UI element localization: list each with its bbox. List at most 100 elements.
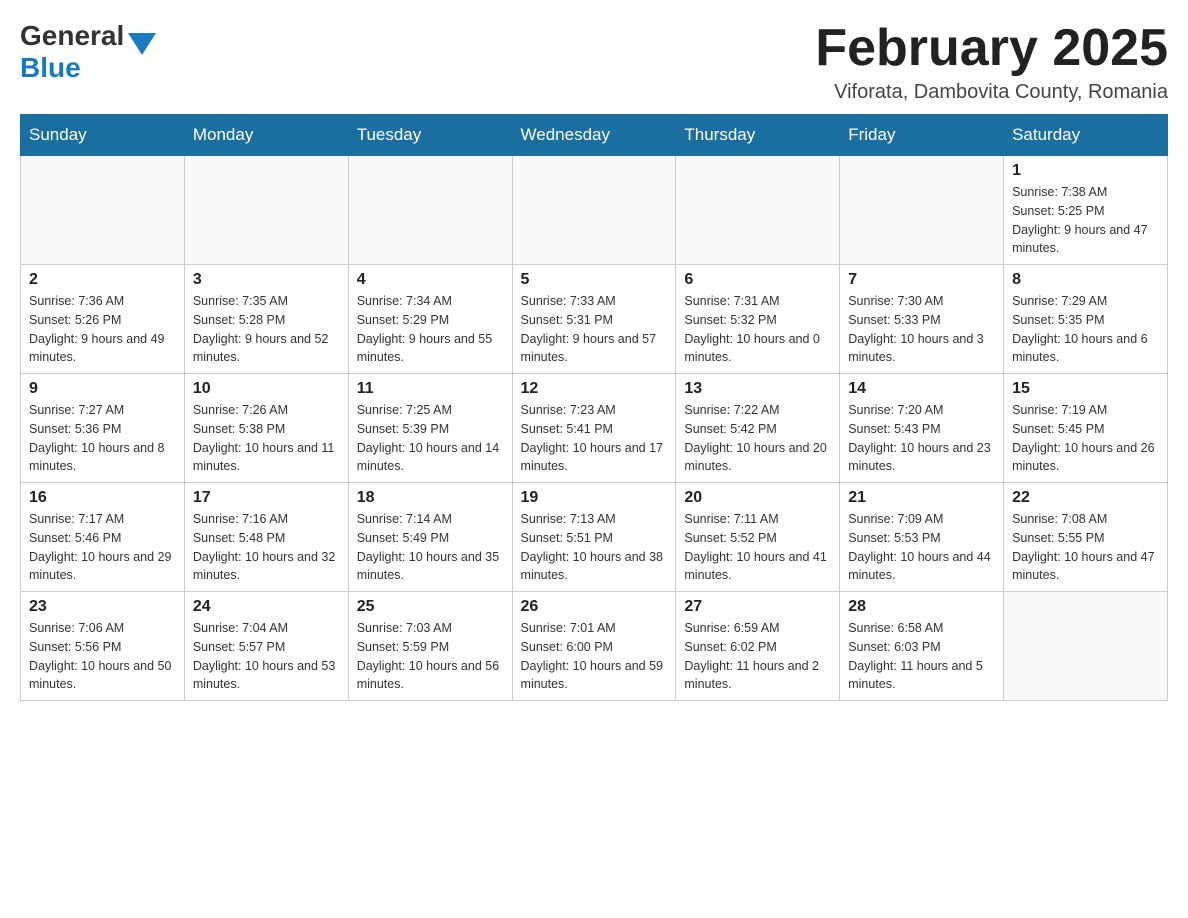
logo-blue: Blue (20, 52, 81, 83)
day-number: 5 (521, 271, 668, 289)
weekday-header-monday: Monday (184, 115, 348, 156)
calendar-cell (1004, 592, 1168, 701)
calendar-week-row: 16 Sunrise: 7:17 AMSunset: 5:46 PMDayligh… (21, 483, 1168, 592)
day-number: 3 (193, 271, 340, 289)
day-number: 4 (357, 271, 504, 289)
calendar-cell: 28 Sunrise: 6:58 AMSunset: 6:03 PMDayligh… (840, 592, 1004, 701)
day-number: 13 (684, 380, 831, 398)
day-info: Sunrise: 7:19 AMSunset: 5:45 PMDaylight:… (1012, 401, 1159, 476)
day-info: Sunrise: 7:22 AMSunset: 5:42 PMDaylight:… (684, 401, 831, 476)
day-info: Sunrise: 7:29 AMSunset: 5:35 PMDaylight:… (1012, 292, 1159, 367)
day-number: 15 (1012, 380, 1159, 398)
day-info: Sunrise: 7:09 AMSunset: 5:53 PMDaylight:… (848, 510, 995, 585)
logo-arrow-icon (128, 33, 156, 55)
day-number: 22 (1012, 489, 1159, 507)
day-number: 20 (684, 489, 831, 507)
calendar-cell (512, 156, 676, 265)
calendar-cell (184, 156, 348, 265)
day-info: Sunrise: 7:06 AMSunset: 5:56 PMDaylight:… (29, 619, 176, 694)
calendar-cell: 19Sunrise: 7:13 AMSunset: 5:51 PMDayligh… (512, 483, 676, 592)
day-number: 10 (193, 380, 340, 398)
day-info: Sunrise: 7:27 AMSunset: 5:36 PMDaylight:… (29, 401, 176, 476)
location: Viforata, Dambovita County, Romania (815, 81, 1168, 104)
weekday-header-wednesday: Wednesday (512, 115, 676, 156)
calendar-cell: 16 Sunrise: 7:17 AMSunset: 5:46 PMDayligh… (21, 483, 185, 592)
day-info: Sunrise: 7:23 AMSunset: 5:41 PMDaylight:… (521, 401, 668, 476)
page-header: GeneralBlue February 2025 Viforata, Damb… (20, 20, 1168, 104)
day-number: 27 (684, 598, 831, 616)
logo: GeneralBlue (20, 20, 156, 84)
calendar-week-row: 1 Sunrise: 7:38 AMSunset: 5:25 PMDaylight… (21, 156, 1168, 265)
day-info: Sunrise: 7:04 AMSunset: 5:57 PMDaylight:… (193, 619, 340, 694)
day-info: Sunrise: 7:01 AMSunset: 6:00 PMDaylight:… (521, 619, 668, 694)
day-number: 2 (29, 271, 176, 289)
day-number: 9 (29, 380, 176, 398)
calendar-cell: 20 Sunrise: 7:11 AMSunset: 5:52 PMDayligh… (676, 483, 840, 592)
day-number: 8 (1012, 271, 1159, 289)
weekday-header-tuesday: Tuesday (348, 115, 512, 156)
day-number: 6 (684, 271, 831, 289)
calendar-cell: 23Sunrise: 7:06 AMSunset: 5:56 PMDayligh… (21, 592, 185, 701)
calendar-cell: 2 Sunrise: 7:36 AMSunset: 5:26 PMDaylight… (21, 265, 185, 374)
day-info: Sunrise: 7:26 AMSunset: 5:38 PMDaylight:… (193, 401, 340, 476)
day-info: Sunrise: 7:13 AMSunset: 5:51 PMDaylight:… (521, 510, 668, 585)
day-info: Sunrise: 7:38 AMSunset: 5:25 PMDaylight:… (1012, 183, 1159, 258)
day-info: Sunrise: 7:30 AMSunset: 5:33 PMDaylight:… (848, 292, 995, 367)
day-info: Sunrise: 6:59 AMSunset: 6:02 PMDaylight:… (684, 619, 831, 694)
weekday-header-saturday: Saturday (1004, 115, 1168, 156)
day-number: 18 (357, 489, 504, 507)
day-number: 16 (29, 489, 176, 507)
calendar-cell: 22 Sunrise: 7:08 AMSunset: 5:55 PMDayligh… (1004, 483, 1168, 592)
calendar-cell: 3 Sunrise: 7:35 AMSunset: 5:28 PMDaylight… (184, 265, 348, 374)
calendar-week-row: 23Sunrise: 7:06 AMSunset: 5:56 PMDayligh… (21, 592, 1168, 701)
day-number: 24 (193, 598, 340, 616)
calendar-cell: 9 Sunrise: 7:27 AMSunset: 5:36 PMDaylight… (21, 374, 185, 483)
weekday-header-sunday: Sunday (21, 115, 185, 156)
day-number: 28 (848, 598, 995, 616)
calendar-cell (348, 156, 512, 265)
day-number: 26 (521, 598, 668, 616)
calendar-cell: 4Sunrise: 7:34 AMSunset: 5:29 PMDaylight… (348, 265, 512, 374)
calendar-cell: 14 Sunrise: 7:20 AMSunset: 5:43 PMDayligh… (840, 374, 1004, 483)
day-info: Sunrise: 7:25 AMSunset: 5:39 PMDaylight:… (357, 401, 504, 476)
calendar-cell: 25Sunrise: 7:03 AMSunset: 5:59 PMDayligh… (348, 592, 512, 701)
calendar-cell: 1 Sunrise: 7:38 AMSunset: 5:25 PMDaylight… (1004, 156, 1168, 265)
day-number: 7 (848, 271, 995, 289)
calendar-cell: 15 Sunrise: 7:19 AMSunset: 5:45 PMDayligh… (1004, 374, 1168, 483)
day-info: Sunrise: 7:08 AMSunset: 5:55 PMDaylight:… (1012, 510, 1159, 585)
logo-text: GeneralBlue (20, 20, 124, 84)
day-info: Sunrise: 7:11 AMSunset: 5:52 PMDaylight:… (684, 510, 831, 585)
day-info: Sunrise: 7:14 AMSunset: 5:49 PMDaylight:… (357, 510, 504, 585)
day-number: 1 (1012, 162, 1159, 180)
day-number: 17 (193, 489, 340, 507)
day-number: 21 (848, 489, 995, 507)
calendar-cell: 26 Sunrise: 7:01 AMSunset: 6:00 PMDayligh… (512, 592, 676, 701)
day-number: 11 (357, 380, 504, 398)
weekday-header-friday: Friday (840, 115, 1004, 156)
day-number: 14 (848, 380, 995, 398)
day-info: Sunrise: 7:36 AMSunset: 5:26 PMDaylight:… (29, 292, 176, 367)
calendar-cell: 12 Sunrise: 7:23 AMSunset: 5:41 PMDayligh… (512, 374, 676, 483)
weekday-header-row: SundayMondayTuesdayWednesdayThursdayFrid… (21, 115, 1168, 156)
calendar-week-row: 9 Sunrise: 7:27 AMSunset: 5:36 PMDaylight… (21, 374, 1168, 483)
day-number: 12 (521, 380, 668, 398)
calendar-cell (676, 156, 840, 265)
calendar-cell (21, 156, 185, 265)
day-info: Sunrise: 7:03 AMSunset: 5:59 PMDaylight:… (357, 619, 504, 694)
calendar-cell: 13 Sunrise: 7:22 AMSunset: 5:42 PMDayligh… (676, 374, 840, 483)
calendar-cell: 27 Sunrise: 6:59 AMSunset: 6:02 PMDayligh… (676, 592, 840, 701)
day-info: Sunrise: 7:35 AMSunset: 5:28 PMDaylight:… (193, 292, 340, 367)
month-title: February 2025 (815, 20, 1168, 77)
calendar-cell: 18 Sunrise: 7:14 AMSunset: 5:49 PMDayligh… (348, 483, 512, 592)
day-info: Sunrise: 7:16 AMSunset: 5:48 PMDaylight:… (193, 510, 340, 585)
day-info: Sunrise: 7:17 AMSunset: 5:46 PMDaylight:… (29, 510, 176, 585)
calendar-table: SundayMondayTuesdayWednesdayThursdayFrid… (20, 114, 1168, 701)
day-info: Sunrise: 7:20 AMSunset: 5:43 PMDaylight:… (848, 401, 995, 476)
calendar-cell: 24 Sunrise: 7:04 AMSunset: 5:57 PMDayligh… (184, 592, 348, 701)
calendar-cell: 6 Sunrise: 7:31 AMSunset: 5:32 PMDaylight… (676, 265, 840, 374)
day-info: Sunrise: 7:33 AMSunset: 5:31 PMDaylight:… (521, 292, 668, 367)
calendar-cell: 11 Sunrise: 7:25 AMSunset: 5:39 PMDayligh… (348, 374, 512, 483)
day-info: Sunrise: 6:58 AMSunset: 6:03 PMDaylight:… (848, 619, 995, 694)
day-info: Sunrise: 7:31 AMSunset: 5:32 PMDaylight:… (684, 292, 831, 367)
calendar-cell: 17 Sunrise: 7:16 AMSunset: 5:48 PMDayligh… (184, 483, 348, 592)
